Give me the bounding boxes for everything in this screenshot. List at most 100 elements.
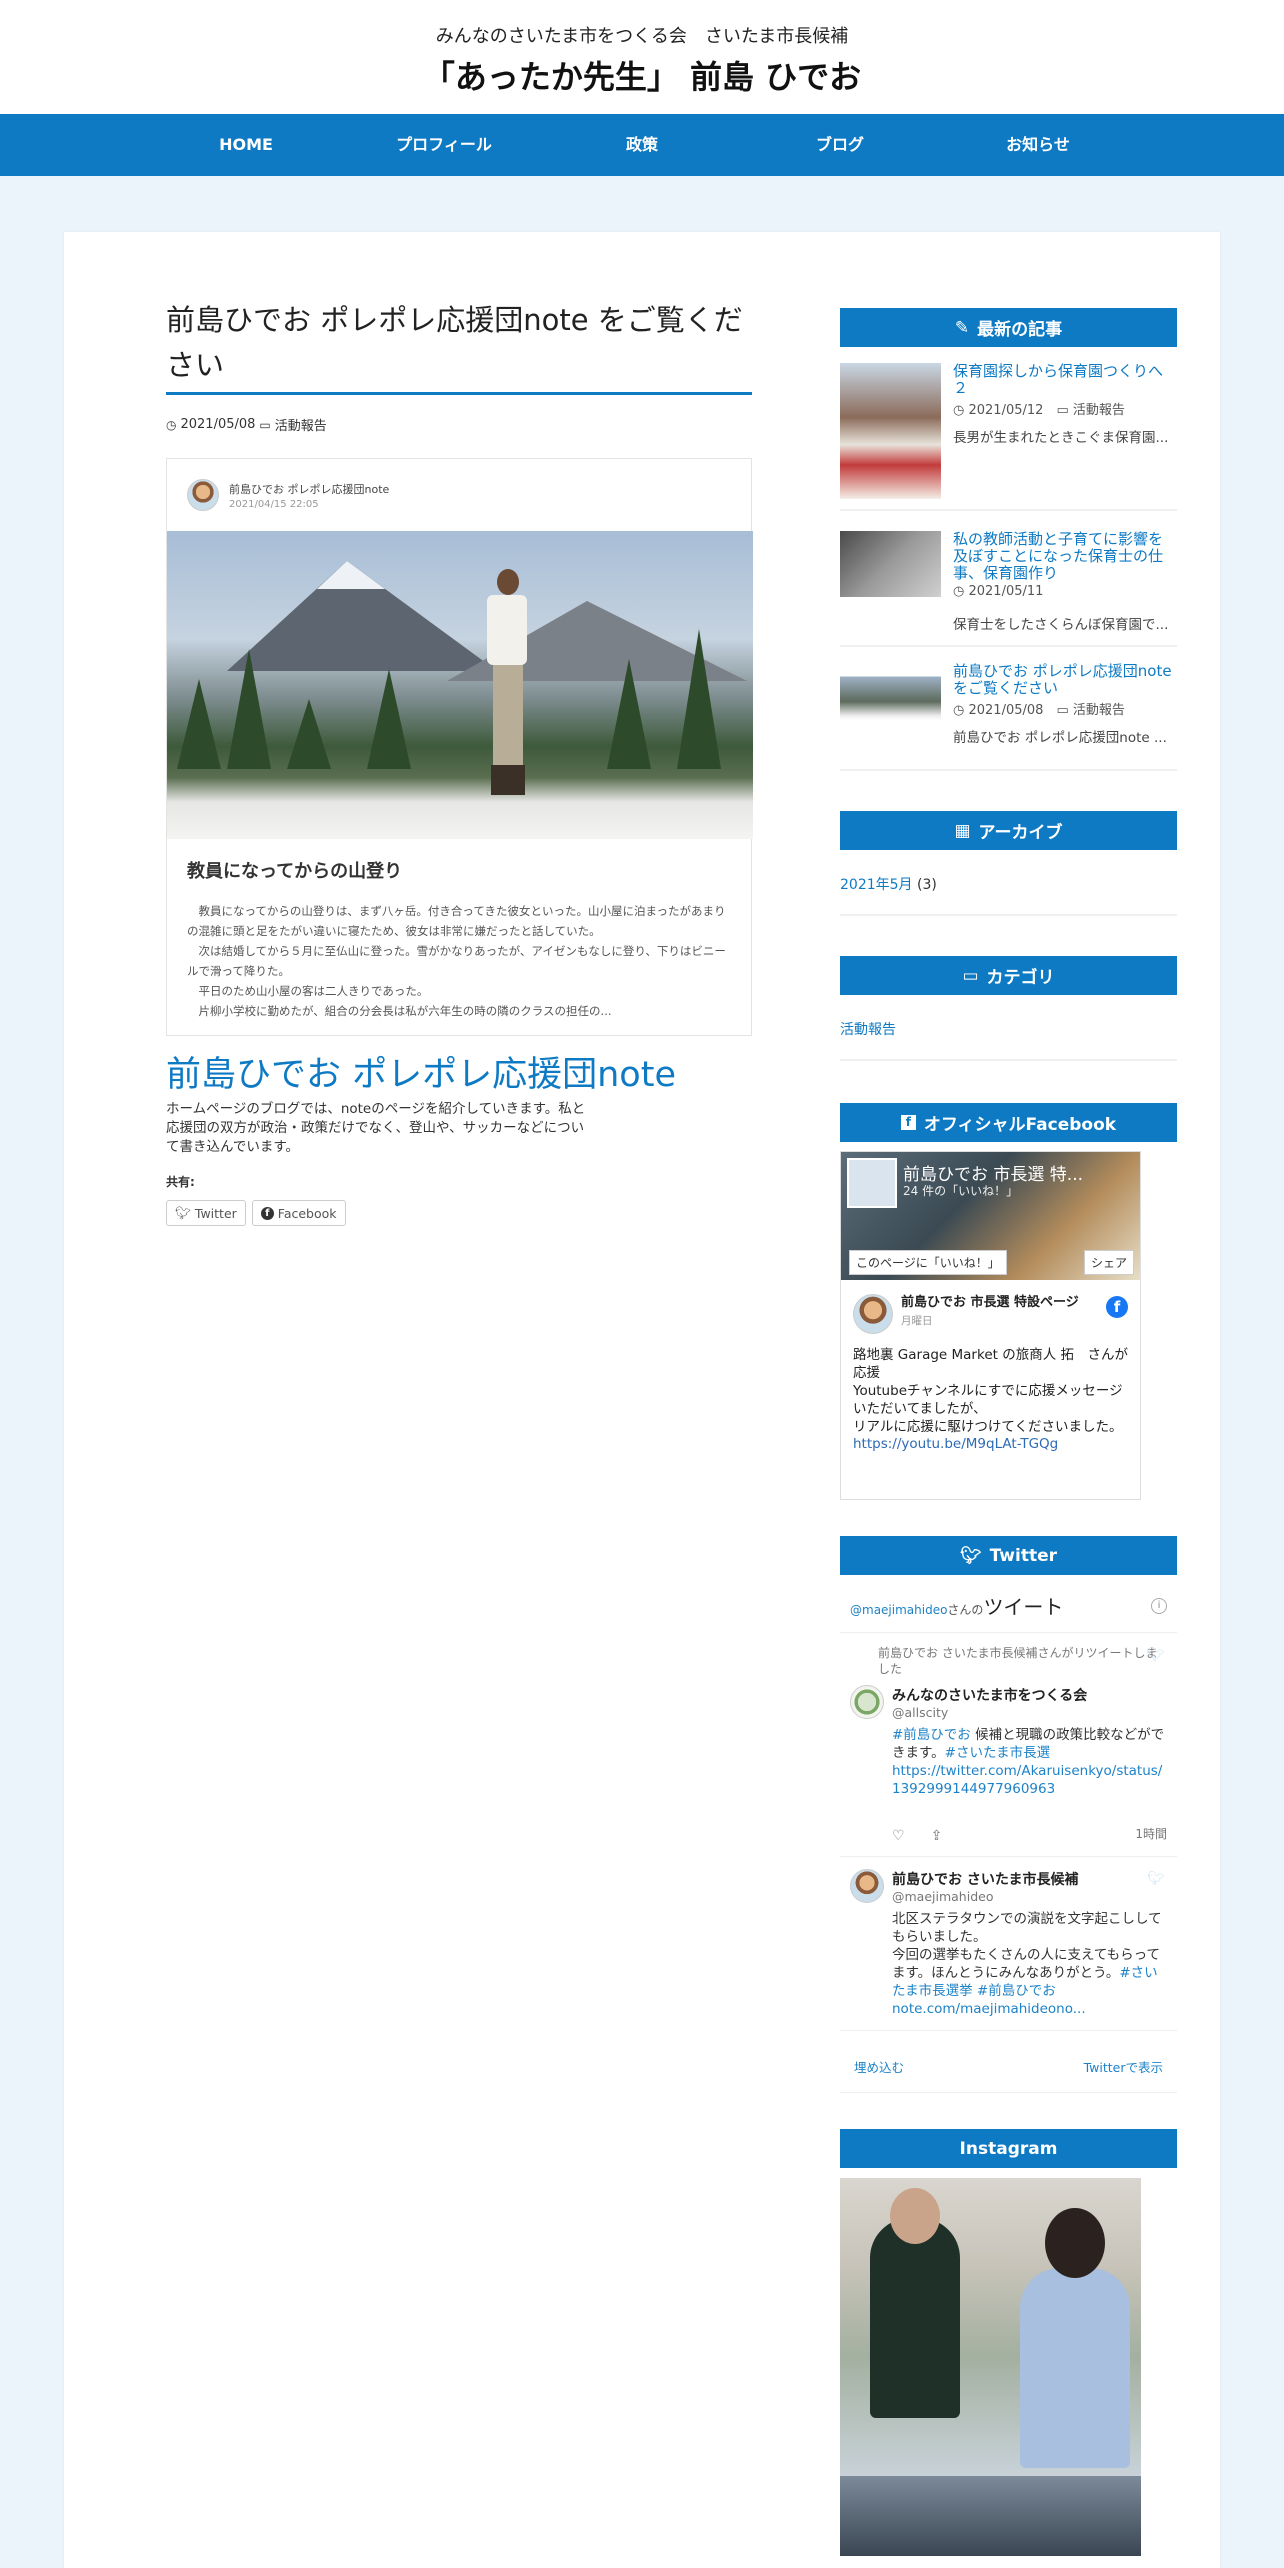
post-page-name[interactable]: 前島ひでお 市長選 特設ページ bbox=[901, 1294, 1081, 1311]
site-title[interactable]: 「あったか先生」 前島 ひでお bbox=[0, 52, 1284, 98]
tweet-text: #前島ひでお 候補と現職の政策比較などができます。#さいたま市長選 https:… bbox=[892, 1727, 1165, 1797]
embed-paragraph: 片柳小学校に勤めたが、組合の分会長は私が六年生の時の隣のクラスの担任の... bbox=[187, 1004, 612, 1018]
embed-datetime: 2021/04/15 22:05 bbox=[229, 498, 319, 510]
timeline-handle[interactable]: @maejimahideo bbox=[850, 1603, 947, 1617]
archive-item: 2021年5月 (3) bbox=[840, 850, 1177, 916]
embed-link[interactable]: 埋め込む bbox=[854, 2057, 904, 2076]
share-buttons: 🐦︎ Twitter f Facebook bbox=[166, 1200, 752, 1226]
site-header: みんなのさいたま市をつくる会 さいたま市長候補 「あったか先生」 前島 ひでお bbox=[0, 0, 1284, 114]
folder-icon: ▭ bbox=[259, 417, 271, 432]
like-page-button[interactable]: このページに「いいね！」 bbox=[849, 1250, 1007, 1275]
recent-post-title[interactable]: 私の教師活動と子育てに影響を及ぼすことになった保育士の仕事、保育園作り bbox=[953, 531, 1177, 582]
view-on-twitter-link[interactable]: Twitterで表示 bbox=[1084, 2057, 1163, 2076]
tweet[interactable]: 🐦︎ 前島ひでお さいたま市長候補 @maejimahideo 北区ステラタウン… bbox=[840, 1857, 1177, 2031]
tweet-handle[interactable]: @maejimahideo bbox=[892, 1889, 1167, 1904]
share-label: 共有: bbox=[166, 1175, 195, 1189]
post-thumbnail[interactable] bbox=[840, 363, 941, 499]
article: 前島ひでお ポレポレ応援団note をご覧ください ◷ 2021/05/08 ▭… bbox=[166, 298, 753, 1226]
twitter-icon: 🐦︎ bbox=[959, 1545, 982, 1566]
pencil-icon: ✎ bbox=[954, 317, 970, 338]
clock-icon: ◷ bbox=[166, 417, 177, 432]
article-category[interactable]: 活動報告 bbox=[275, 415, 327, 434]
instagram-photo[interactable] bbox=[840, 2178, 1141, 2476]
embed-paragraph: 次は結婚してから５月に至仏山に登った。雪がかなりあったが、アイゼンもなしに登り、… bbox=[187, 944, 726, 978]
hashtag[interactable]: #前島ひでお bbox=[892, 1727, 971, 1743]
tweet-avatar[interactable] bbox=[850, 1869, 884, 1903]
category-title: ▭ カテゴリ bbox=[840, 956, 1177, 995]
nav-news[interactable]: お知らせ bbox=[939, 114, 1137, 176]
site-tagline: みんなのさいたま市をつくる会 さいたま市長候補 bbox=[435, 26, 849, 47]
post-link[interactable]: https://youtu.be/M9qLAt-TGQg bbox=[853, 1436, 1130, 1452]
folder-icon: ▭ bbox=[1056, 703, 1073, 718]
category-link[interactable]: 活動報告 bbox=[840, 995, 1177, 1061]
info-icon[interactable]: i bbox=[1151, 1597, 1167, 1614]
retweet-notice: 前島ひでお さいたま市長候補さんがリツイートしました bbox=[878, 1646, 1158, 1676]
share-twitter-label: Twitter bbox=[194, 1205, 237, 1221]
nav-home[interactable]: HOME bbox=[147, 114, 345, 176]
facebook-page-plugin[interactable]: 前島ひでお 市長選 特... 24 件の「いいね！」 このページに「いいね！」 … bbox=[840, 1151, 1141, 1500]
clock-icon: ◷ bbox=[953, 703, 969, 718]
folder-icon: ▭ bbox=[962, 965, 979, 986]
recent-post-title[interactable]: 保育園探しから保育園つくりへ ２ bbox=[953, 363, 1177, 397]
sidebar: ✎ 最新の記事 保育園探しから保育園つくりへ ２ ◷ 2021/05/12 ▭ … bbox=[840, 308, 1177, 2556]
page-avatar[interactable] bbox=[853, 1294, 893, 1334]
clock-icon: ◷ bbox=[953, 403, 969, 418]
facebook-icon: f bbox=[900, 1115, 916, 1130]
page-picture[interactable] bbox=[847, 1158, 897, 1208]
post-day[interactable]: 月曜日 bbox=[901, 1313, 1081, 1328]
recent-post-title[interactable]: 前島ひでお ポレポレ応援団note をご覧ください bbox=[953, 663, 1177, 697]
tweet-time[interactable]: 1時間 bbox=[1135, 1825, 1167, 1842]
tweet-handle[interactable]: @allscity bbox=[892, 1705, 1167, 1720]
like-heart-icon[interactable]: ♡ bbox=[892, 1828, 905, 1844]
article-description: ホームページのブログでは、noteのページを紹介していきます。私と応援団の双方が… bbox=[166, 1101, 586, 1155]
recent-post-excerpt: 保育士をしたさくらんぼ保育園で... bbox=[953, 617, 1169, 633]
note-embed-card[interactable]: 前島ひでお ポレポレ応援団note 2021/04/15 22:05 教員になっ… bbox=[166, 458, 753, 1036]
note-link[interactable]: 前島ひでお ポレポレ応援団note bbox=[166, 1054, 752, 1096]
mountain-photo bbox=[167, 531, 753, 839]
recent-post-excerpt: 長男が生まれたときこぐま保育園... bbox=[953, 430, 1169, 446]
timeline-label: ツイート bbox=[983, 1595, 1064, 1619]
clock-icon: ◷ bbox=[953, 584, 969, 599]
author-avatar bbox=[187, 479, 219, 511]
tweet-author[interactable]: 前島ひでお さいたま市長候補 bbox=[892, 1869, 1167, 1889]
hashtag[interactable]: #さいたま市長選 bbox=[945, 1745, 1050, 1761]
tweet-avatar[interactable] bbox=[850, 1685, 884, 1719]
tweet[interactable]: 🐦︎ 前島ひでお さいたま市長候補さんがリツイートしました みんなのさいたま市を… bbox=[840, 1633, 1177, 1857]
facebook-cover[interactable]: 前島ひでお 市長選 特... 24 件の「いいね！」 このページに「いいね！」 … bbox=[841, 1152, 1140, 1280]
folder-icon: ▭ bbox=[1056, 403, 1073, 418]
facebook-icon: f bbox=[260, 1206, 274, 1220]
tweet-text: 北区ステラタウンでの演説を文字起こししてもらいました。 今回の選挙もたくさんの人… bbox=[892, 1911, 1162, 2017]
share-twitter-button[interactable]: 🐦︎ Twitter bbox=[166, 1200, 246, 1226]
article-date: 2021/05/08 bbox=[180, 417, 256, 432]
post-body: 路地裏 Garage Market の旅商人 拓 さんが応援 Youtubeチャ… bbox=[853, 1347, 1129, 1435]
twitter-widget-title: 🐦︎ Twitter bbox=[840, 1536, 1177, 1575]
tweet-author[interactable]: みんなのさいたま市をつくる会 bbox=[892, 1685, 1167, 1705]
archive-link[interactable]: 2021年5月 bbox=[840, 877, 913, 893]
archive-title: ▦ アーカイブ bbox=[840, 811, 1177, 850]
tweet-link[interactable]: note.com/maejimahideono... bbox=[892, 2001, 1086, 2017]
post-thumbnail[interactable] bbox=[840, 663, 941, 759]
recent-post-excerpt: 前島ひでお ポレポレ応援団note ... bbox=[953, 730, 1167, 746]
recent-post[interactable]: 前島ひでお ポレポレ応援団note をご覧ください ◷ 2021/05/08 ▭… bbox=[840, 647, 1177, 771]
recent-post[interactable]: 保育園探しから保育園つくりへ ２ ◷ 2021/05/12 ▭ 活動報告 長男が… bbox=[840, 347, 1177, 511]
calendar-icon: ▦ bbox=[954, 820, 971, 841]
instagram-widget-title: Instagram bbox=[840, 2129, 1177, 2168]
twitter-bird-icon[interactable]: 🐦︎ bbox=[1147, 1647, 1165, 1663]
post-thumbnail[interactable] bbox=[840, 531, 941, 597]
main-nav: HOME プロフィール 政策 ブログ お知らせ bbox=[0, 114, 1284, 176]
twitter-bird-icon[interactable]: 🐦︎ bbox=[1147, 1871, 1165, 1887]
share-page-button[interactable]: シェア bbox=[1083, 1250, 1134, 1275]
nav-policy[interactable]: 政策 bbox=[543, 114, 741, 176]
nav-profile[interactable]: プロフィール bbox=[345, 114, 543, 176]
share-facebook-button[interactable]: f Facebook bbox=[251, 1200, 346, 1226]
tweet-link[interactable]: https://twitter.com/Akaruisenkyo/status/… bbox=[892, 1763, 1162, 1797]
nav-blog[interactable]: ブログ bbox=[741, 114, 939, 176]
article-title: 前島ひでお ポレポレ応援団note をご覧ください bbox=[166, 298, 752, 395]
facebook-logo-icon[interactable]: f bbox=[1106, 1296, 1128, 1318]
recent-post[interactable]: 私の教師活動と子育てに影響を及ぼすことになった保育士の仕事、保育園作り ◷ 20… bbox=[840, 511, 1177, 647]
embed-heading: 教員になってからの山登り bbox=[187, 861, 403, 882]
facebook-post: 前島ひでお 市長選 特設ページ 月曜日 f 路地裏 Garage Market … bbox=[841, 1280, 1140, 1466]
share-icon[interactable]: ⇪ bbox=[931, 1828, 943, 1844]
instagram-photo[interactable] bbox=[840, 2476, 1141, 2556]
facebook-widget-title: f オフィシャルFacebook bbox=[840, 1103, 1177, 1142]
